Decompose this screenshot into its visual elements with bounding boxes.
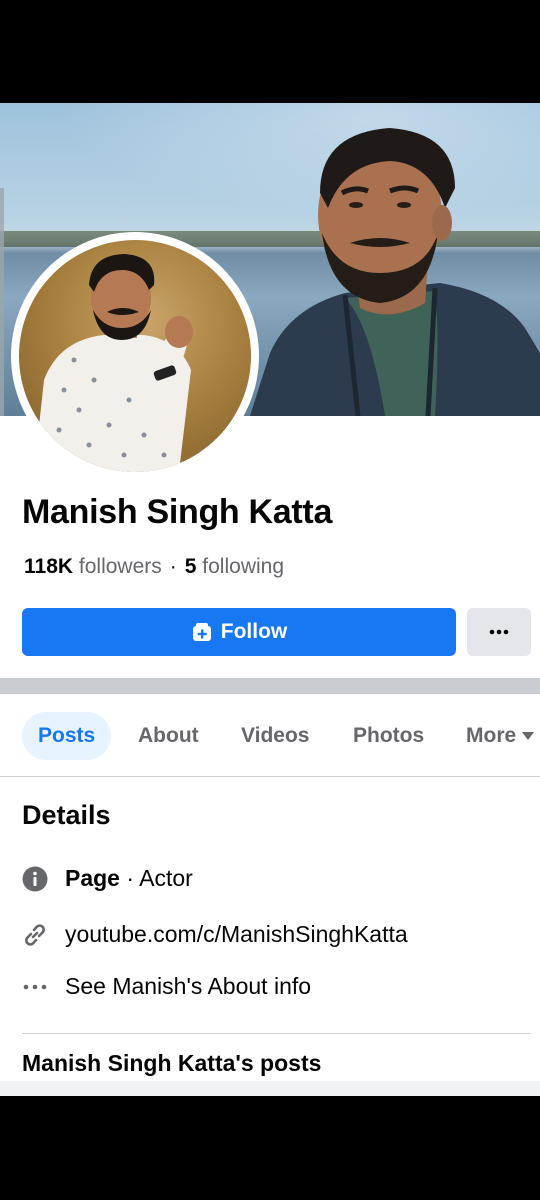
link-icon: [22, 922, 48, 948]
website-link[interactable]: youtube.com/c/ManishSinghKatta: [65, 921, 408, 948]
profile-screen: Manish Singh Katta 118K followers · 5 foll…: [0, 103, 540, 1096]
feed-separator: [0, 1081, 540, 1096]
following-label: following: [202, 555, 285, 578]
category-prefix: Page: [65, 865, 120, 891]
ellipsis-icon: [489, 629, 509, 635]
profile-name: Manish Singh Katta: [22, 493, 333, 531]
info-icon: [22, 866, 48, 892]
tab-posts[interactable]: Posts: [22, 712, 112, 760]
details-heading: Details: [22, 800, 111, 830]
stats-separator: ·: [169, 555, 177, 578]
ellipsis-icon: [22, 974, 48, 1000]
tab-videos[interactable]: Videos: [241, 712, 309, 760]
followers-label: followers: [78, 555, 162, 578]
profile-picture[interactable]: [11, 232, 259, 480]
followers-stat[interactable]: 118K followers: [24, 555, 162, 578]
following-count: 5: [184, 555, 197, 578]
avatar-image: [19, 240, 251, 472]
more-options-button[interactable]: [467, 608, 531, 656]
category-value: · Actor: [126, 865, 193, 891]
following-stat[interactable]: 5 following: [185, 555, 284, 578]
posts-section-title: Manish Singh Katta's posts: [22, 1050, 322, 1076]
cover-person-illustration: [250, 128, 540, 416]
tab-more[interactable]: More: [466, 712, 535, 760]
avatar-person-illustration: [34, 254, 193, 472]
about-info-row[interactable]: See Manish's About info: [22, 973, 311, 1000]
tab-photos[interactable]: Photos: [353, 712, 424, 760]
tab-about[interactable]: About: [138, 712, 199, 760]
cover-edge-shadow: [0, 188, 4, 416]
follow-plus-icon: [192, 623, 211, 641]
follow-button[interactable]: Follow: [22, 608, 456, 656]
caret-down-icon: [522, 732, 535, 741]
category-row: Page · Actor: [22, 865, 193, 892]
website-row[interactable]: youtube.com/c/ManishSinghKatta: [22, 921, 408, 948]
follow-stats: 118K followers · 5 following: [24, 555, 284, 579]
follow-label: Follow: [220, 620, 288, 643]
about-info-link[interactable]: See Manish's About info: [65, 973, 311, 1000]
section-separator: [0, 678, 540, 694]
details-divider: [22, 1033, 531, 1034]
followers-count: 118K: [24, 555, 74, 578]
tab-more-label: More: [466, 724, 517, 747]
profile-tabs: Posts About Videos Photos More: [0, 694, 540, 777]
